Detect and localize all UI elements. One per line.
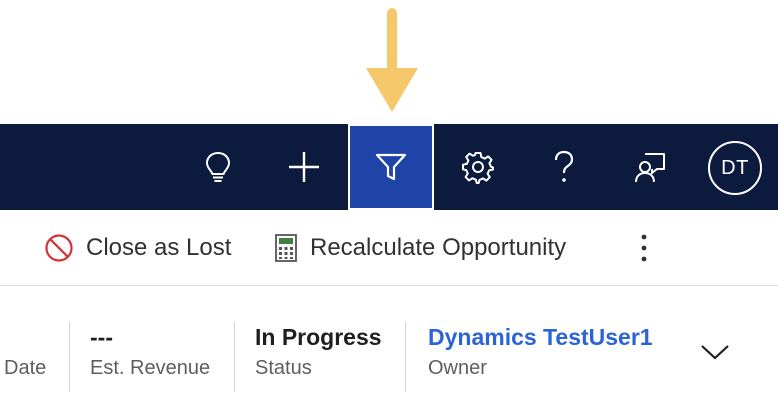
field-divider (405, 322, 406, 392)
lightbulb-icon (205, 151, 231, 182)
field-divider (69, 322, 70, 392)
filter-icon (375, 153, 407, 181)
plus-icon (289, 152, 319, 182)
help-button[interactable] (522, 124, 606, 210)
settings-button[interactable] (436, 124, 520, 210)
gear-icon (462, 152, 494, 184)
owner-link[interactable]: Dynamics TestUser1 (428, 324, 653, 351)
user-avatar[interactable]: DT (708, 141, 762, 195)
chevron-down-icon[interactable] (700, 343, 730, 361)
block-icon (44, 233, 74, 263)
recalculate-opportunity-button[interactable]: Recalculate Opportunity (274, 210, 566, 285)
feedback-button[interactable] (608, 124, 694, 210)
status-value: In Progress (255, 324, 382, 350)
more-vertical-icon (641, 234, 647, 261)
recalculate-opportunity-label: Recalculate Opportunity (310, 233, 567, 261)
top-nav-bar (0, 124, 778, 210)
question-icon (554, 150, 574, 182)
command-bar: Close as Lost Recalculate Opportunity (0, 210, 778, 286)
est-revenue-label: Est. Revenue (90, 357, 211, 379)
advanced-filter-button[interactable] (348, 124, 434, 210)
header-fields (0, 286, 778, 406)
date-label: Date (4, 357, 47, 379)
feedback-icon (635, 153, 665, 183)
lightbulb-button[interactable] (176, 124, 260, 210)
field-divider (234, 322, 235, 392)
annotation-arrow-icon (366, 8, 418, 112)
owner-label: Owner (428, 357, 487, 379)
more-commands-button[interactable] (632, 210, 656, 285)
status-label: Status (255, 357, 312, 379)
est-revenue-value: --- (90, 324, 113, 350)
new-record-button[interactable] (262, 124, 346, 210)
close-as-lost-label: Close as Lost (86, 233, 232, 261)
calculator-icon (274, 233, 298, 263)
close-as-lost-button[interactable]: Close as Lost (44, 210, 231, 285)
